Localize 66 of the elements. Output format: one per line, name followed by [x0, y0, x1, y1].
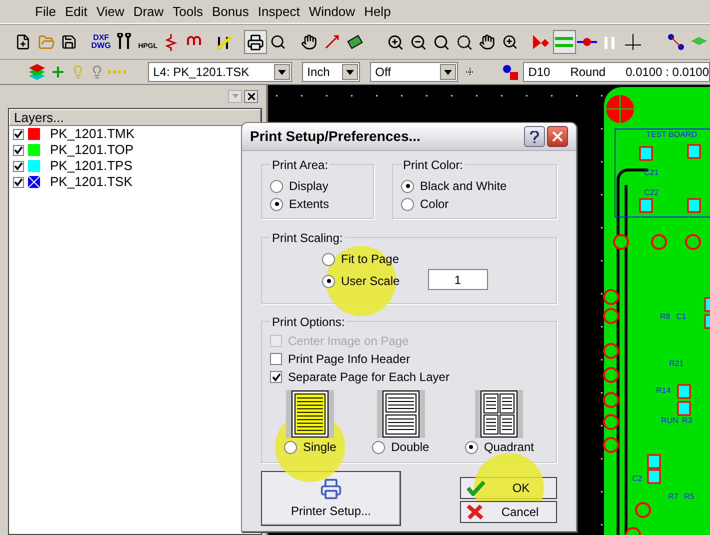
cancel-button[interactable]: Cancel: [460, 501, 557, 523]
pcb-label: R14: [656, 386, 671, 395]
list-header: Layers...: [9, 109, 261, 126]
check-icon: [466, 480, 486, 496]
radio-label: Quadrant: [484, 439, 534, 456]
pcb-label: RUN: [661, 416, 678, 425]
x-icon: [466, 504, 484, 520]
pcb-label: R8: [660, 312, 670, 321]
menu-item[interactable]: Window: [304, 2, 360, 22]
checkbox[interactable]: [270, 353, 282, 365]
checkbox[interactable]: [13, 144, 24, 156]
printer-setup-button[interactable]: Printer Setup...: [261, 471, 401, 526]
radio-button[interactable]: [270, 180, 283, 192]
pcb-label: R3: [682, 416, 692, 425]
checkbox-label: Separate Page for Each Layer: [288, 369, 450, 386]
radio-label: Black and White: [420, 178, 507, 195]
dropdown[interactable]: Inch: [302, 62, 360, 82]
checkbox-label: Print Page Info Header: [288, 351, 410, 368]
menu-item[interactable]: File: [31, 2, 60, 22]
radio-button[interactable]: [270, 198, 283, 210]
radio-label: Double: [391, 439, 430, 456]
one-page-layout-icon: [286, 390, 334, 438]
menu-item[interactable]: Inspect: [254, 2, 304, 22]
radio-label: Single: [303, 439, 336, 456]
radio-label: Extents: [289, 196, 330, 213]
menu-item[interactable]: Tools: [168, 2, 208, 22]
two-page-layout-icon: [376, 390, 425, 438]
close-icon[interactable]: [547, 126, 568, 147]
radio-button[interactable]: [401, 198, 414, 210]
import-button[interactable]: DXF DWG: [88, 34, 114, 50]
radio-button[interactable]: [372, 440, 386, 454]
radio-label: Color: [420, 196, 449, 213]
scale-input[interactable]: 1: [428, 269, 488, 290]
radio-button[interactable]: [401, 180, 414, 192]
radio-button[interactable]: [322, 274, 335, 288]
menu-item[interactable]: View: [92, 2, 128, 22]
checkbox[interactable]: [13, 160, 24, 172]
checkbox[interactable]: [270, 371, 282, 383]
print-icon[interactable]: [244, 30, 267, 54]
pcb-label: C2: [632, 474, 642, 483]
menu-item[interactable]: Draw: [129, 2, 168, 22]
pcb-label: R21: [669, 359, 684, 368]
radio-button[interactable]: [464, 440, 478, 454]
dropdown[interactable]: Off: [370, 62, 458, 82]
pcb-label: C22: [644, 188, 659, 197]
radio-label: Display: [289, 178, 328, 195]
pcb-label: R5: [684, 492, 694, 501]
aperture-field: D10 Round 0.0100 : 0.0100: [523, 62, 710, 82]
menu-item[interactable]: Bonus: [208, 2, 253, 22]
printer-icon: [320, 478, 342, 500]
close-icon[interactable]: [244, 90, 258, 102]
checkbox[interactable]: [13, 128, 24, 140]
pcb-label: C1: [676, 312, 686, 321]
radio-button[interactable]: [322, 252, 335, 266]
checkbox-label: Center Image on Page: [288, 333, 409, 350]
checkbox[interactable]: [13, 176, 24, 188]
help-icon[interactable]: [524, 126, 545, 147]
pcb-label: C21: [644, 168, 659, 177]
lines-icon[interactable]: [552, 30, 576, 54]
dropdown[interactable]: L4: PK_1201.TSK: [148, 62, 292, 82]
pcb-label: R7: [668, 492, 678, 501]
pcb-label: TEST BOARD: [646, 130, 697, 139]
menu-item[interactable]: Help: [360, 2, 395, 22]
menu-item[interactable]: Edit: [60, 2, 92, 22]
dialog-title: Print Setup/Preferences...: [250, 127, 422, 146]
four-page-layout-icon: [475, 390, 524, 438]
